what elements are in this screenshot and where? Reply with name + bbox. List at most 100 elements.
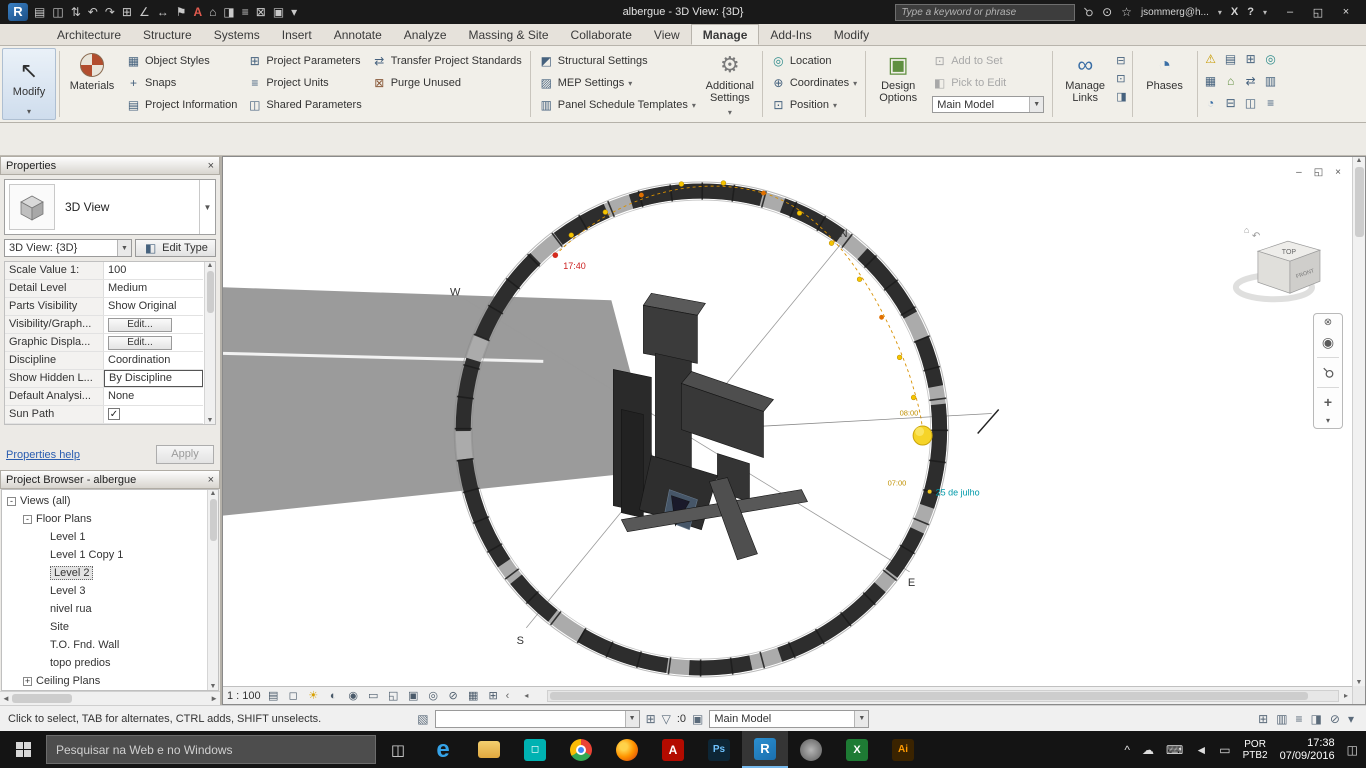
structural-settings-button[interactable]: ◩ Structural Settings	[539, 52, 696, 70]
design-option-caret-icon[interactable]: ▼	[1029, 97, 1044, 112]
save-selection-icon[interactable]: ⊟	[1116, 54, 1126, 67]
rendering-dialog-icon[interactable]: ◉	[346, 689, 361, 702]
modify-button[interactable]: ↖ Modify	[13, 49, 45, 107]
tree-item-topo-predios[interactable]: topo predios	[2, 654, 218, 672]
edit-type-button[interactable]: ◧ Edit Type	[135, 239, 216, 257]
sync-icon[interactable]: ⇅	[71, 5, 81, 19]
navbar-close-icon[interactable]: ⊗	[1324, 317, 1332, 328]
thin-lines-icon[interactable]: ≡	[242, 5, 249, 19]
additional-settings-button[interactable]: ⚙ Additional Settings ▾	[701, 48, 759, 120]
viewport-vscrollbar[interactable]: ▲ ▼	[1352, 157, 1365, 686]
taskbar-app-revit[interactable]: R	[742, 731, 788, 768]
panel-schedule-templates-button[interactable]: ▥ Panel Schedule Templates ▾	[539, 96, 696, 114]
design-option-status-select[interactable]: Main Model ▼	[709, 709, 870, 728]
tree-item-site[interactable]: Site	[2, 618, 218, 636]
action-center-icon[interactable]: ◫	[1347, 743, 1358, 757]
list-tool-icon[interactable]: ≡	[1261, 96, 1281, 118]
load-selection-icon[interactable]: ⊡	[1116, 72, 1126, 85]
edit-selection-icon[interactable]: ◨	[1116, 90, 1126, 103]
select-underlay-icon[interactable]: ▥	[1276, 712, 1287, 726]
drawing-area[interactable]: N W E S 17:40 08:00 07:00 25 de julho ⌂ …	[222, 156, 1366, 705]
graphic-display-edit-button[interactable]: Edit...	[108, 336, 172, 350]
materials-button[interactable]: Materials	[63, 48, 121, 120]
taskbar-app-chrome[interactable]	[558, 731, 604, 768]
tray-cloud-icon[interactable]: ☁	[1142, 743, 1154, 757]
scale-label[interactable]: 1 : 100	[227, 690, 261, 702]
macro-security-icon[interactable]: ▦	[1201, 74, 1221, 96]
purge-unused-button[interactable]: ⊠ Purge Unused	[372, 74, 522, 92]
tag-icon[interactable]: ⚑	[176, 5, 187, 19]
properties-help-link[interactable]: Properties help	[6, 449, 80, 461]
taskbar-app-acrobat[interactable]: A	[650, 731, 696, 768]
properties-header[interactable]: Properties ×	[0, 156, 220, 175]
design-options-button[interactable]: ▣ Design Options	[869, 48, 927, 120]
active-design-option-select[interactable]: Main Model ▼	[932, 96, 1045, 113]
sign-in-caret-icon[interactable]: ▾	[1218, 8, 1222, 17]
position-button[interactable]: ⊡ Position ▾	[771, 96, 857, 114]
scroll-down-icon[interactable]: ▼	[210, 683, 217, 690]
view-close-icon[interactable]: ×	[1335, 167, 1341, 178]
viewcube-rotate-icon[interactable]: ↶	[1252, 231, 1260, 242]
taskbar-app-edge[interactable]: e	[420, 731, 466, 768]
browser-hscrollbar[interactable]: ◄ ►	[0, 691, 220, 705]
scroll-up-icon[interactable]: ▲	[207, 262, 214, 269]
schedule-tool-icon[interactable]: ▥	[1261, 74, 1281, 96]
collapse-icon[interactable]: -	[23, 514, 32, 524]
tree-item-level-2[interactable]: Level 2	[2, 564, 218, 582]
tab-systems[interactable]: Systems	[203, 24, 271, 45]
close-button[interactable]: ×	[1332, 6, 1360, 19]
tree-item-nivel-rua[interactable]: nivel rua	[2, 600, 218, 618]
phasing-tool-icon[interactable]: ◔	[1201, 96, 1221, 118]
add-to-set-button[interactable]: ⊡ Add to Set	[932, 52, 1044, 70]
analytical-model-icon[interactable]: ⊞	[486, 689, 501, 702]
select-pinned-icon[interactable]: ≡	[1296, 712, 1303, 726]
vcb-collapse-icon[interactable]: ‹	[506, 690, 510, 702]
tab-structure[interactable]: Structure	[132, 24, 203, 45]
qat-customize-icon[interactable]: ▾	[291, 5, 297, 19]
zoom-icon[interactable]: ⚲	[1318, 363, 1338, 383]
view-filter-select[interactable]: 3D View: {3D} ▼	[4, 239, 132, 257]
switch-windows-icon[interactable]: ▣	[273, 5, 284, 19]
measure-icon[interactable]: ∠	[139, 5, 150, 19]
sun-path-scene[interactable]: N W E S 17:40 08:00 07:00 25 de julho ⌂ …	[223, 157, 1352, 686]
worksets-select[interactable]: ▼	[434, 709, 640, 728]
tab-add-ins[interactable]: Add-Ins	[759, 24, 822, 45]
ids-of-selection-icon[interactable]: ▤	[1221, 52, 1241, 74]
location-button[interactable]: ◎ Location	[771, 52, 857, 70]
mep-settings-caret-icon[interactable]: ▾	[628, 79, 632, 88]
tab-analyze[interactable]: Analyze	[393, 24, 458, 45]
taskbar-app-illustrator[interactable]: Ai	[880, 731, 926, 768]
project-units-button[interactable]: ≡ Project Units	[247, 74, 361, 92]
properties-scrollbar[interactable]: ▲ ▼	[204, 262, 215, 424]
property-value[interactable]: None	[104, 388, 203, 405]
shadows-icon[interactable]: ◐	[326, 690, 341, 702]
taskbar-app-photoshop[interactable]: Ps	[696, 731, 742, 768]
property-value[interactable]: Show Original	[104, 298, 203, 315]
project-browser-header[interactable]: Project Browser - albergue ×	[0, 470, 220, 489]
type-selector[interactable]: 3D View ▼	[4, 179, 216, 235]
building-massing[interactable]	[613, 292, 808, 561]
property-value[interactable]: Medium	[104, 280, 203, 297]
tab-collaborate[interactable]: Collaborate	[560, 24, 643, 45]
apply-button[interactable]: Apply	[156, 445, 214, 464]
temporary-hide-isolate-icon[interactable]: ▣	[406, 689, 421, 702]
default-3d-view-icon[interactable]: ⌂	[209, 5, 216, 19]
sun[interactable]	[912, 425, 933, 446]
view-minimize-icon[interactable]: –	[1296, 167, 1302, 178]
tray-keyboard-icon[interactable]: ⌨	[1166, 743, 1183, 757]
sun-date-label[interactable]: 25 de julho	[936, 488, 980, 498]
visual-style-icon[interactable]: ◻	[286, 689, 301, 702]
coordinates-button[interactable]: ⊕ Coordinates ▾	[771, 74, 857, 92]
filter-caret-icon[interactable]: ▾	[1348, 712, 1354, 726]
text-icon[interactable]: A	[193, 5, 202, 19]
pick-to-edit-button[interactable]: ◧ Pick to Edit	[932, 74, 1044, 92]
dynamo-icon[interactable]: ⌂	[1221, 74, 1241, 96]
tab-annotate[interactable]: Annotate	[323, 24, 393, 45]
crop-region-icon[interactable]: ◱	[386, 689, 401, 702]
phases-button[interactable]: ◔ Phases	[1136, 48, 1194, 120]
scroll-up-icon[interactable]: ▲	[210, 490, 217, 497]
hscroll-right-icon[interactable]: ▸	[1344, 691, 1348, 700]
scroll-left-icon[interactable]: ◄	[2, 694, 10, 703]
drag-on-selection-icon[interactable]: ⊘	[1330, 712, 1340, 726]
select-by-id-icon[interactable]: ⊞	[1241, 52, 1261, 74]
